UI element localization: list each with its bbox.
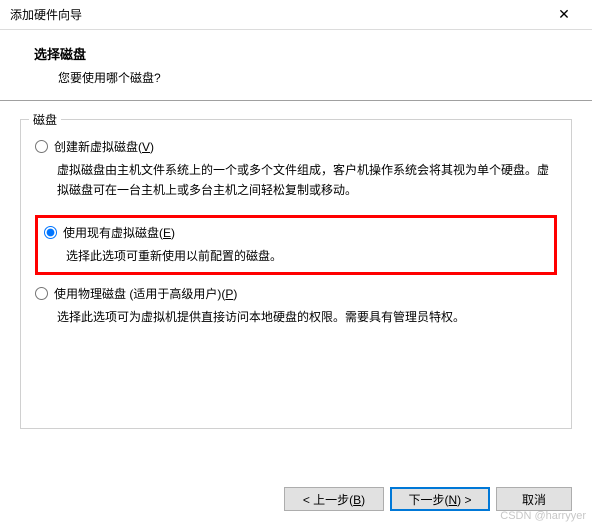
radio-use-existing-disk[interactable]: [44, 226, 57, 239]
disk-fieldset: 磁盘 创建新虚拟磁盘(V) 虚拟磁盘由主机文件系统上的一个或多个文件组成，客户机…: [20, 119, 572, 429]
wizard-header: 选择磁盘 您要使用哪个磁盘?: [0, 30, 592, 100]
option-desc-use-existing: 选择此选项可重新使用以前配置的磁盘。: [66, 247, 548, 267]
highlight-box: 使用现有虚拟磁盘(E) 选择此选项可重新使用以前配置的磁盘。: [35, 215, 557, 276]
wizard-footer: < 上一步(B) 下一步(N) > 取消: [284, 487, 572, 511]
radio-create-new-disk[interactable]: [35, 140, 48, 153]
fieldset-legend: 磁盘: [29, 111, 61, 128]
option-desc-create-new: 虚拟磁盘由主机文件系统上的一个或多个文件组成，客户机操作系统会将其视为单个硬盘。…: [57, 161, 557, 201]
option-label: 创建新虚拟磁盘(V): [54, 138, 154, 155]
next-button[interactable]: 下一步(N) >: [390, 487, 490, 511]
page-title: 选择磁盘: [34, 44, 568, 63]
titlebar: 添加硬件向导 ✕: [0, 0, 592, 30]
option-use-physical-disk[interactable]: 使用物理磁盘 (适用于高级用户)(P): [35, 283, 557, 304]
option-label: 使用物理磁盘 (适用于高级用户)(P): [54, 285, 237, 302]
cancel-button[interactable]: 取消: [496, 487, 572, 511]
option-use-existing-disk[interactable]: 使用现有虚拟磁盘(E): [44, 222, 548, 243]
watermark: CSDN @harryyer: [500, 510, 586, 522]
option-label: 使用现有虚拟磁盘(E): [63, 224, 175, 241]
option-create-new-disk[interactable]: 创建新虚拟磁盘(V): [35, 136, 557, 157]
radio-use-physical-disk[interactable]: [35, 287, 48, 300]
back-button[interactable]: < 上一步(B): [284, 487, 384, 511]
option-desc-use-physical: 选择此选项可为虚拟机提供直接访问本地硬盘的权限。需要具有管理员特权。: [57, 308, 557, 328]
window-title: 添加硬件向导: [10, 6, 82, 23]
close-button[interactable]: ✕: [544, 1, 584, 29]
page-subtitle: 您要使用哪个磁盘?: [58, 69, 568, 86]
content-area: 磁盘 创建新虚拟磁盘(V) 虚拟磁盘由主机文件系统上的一个或多个文件组成，客户机…: [0, 101, 592, 429]
close-icon: ✕: [558, 6, 570, 23]
